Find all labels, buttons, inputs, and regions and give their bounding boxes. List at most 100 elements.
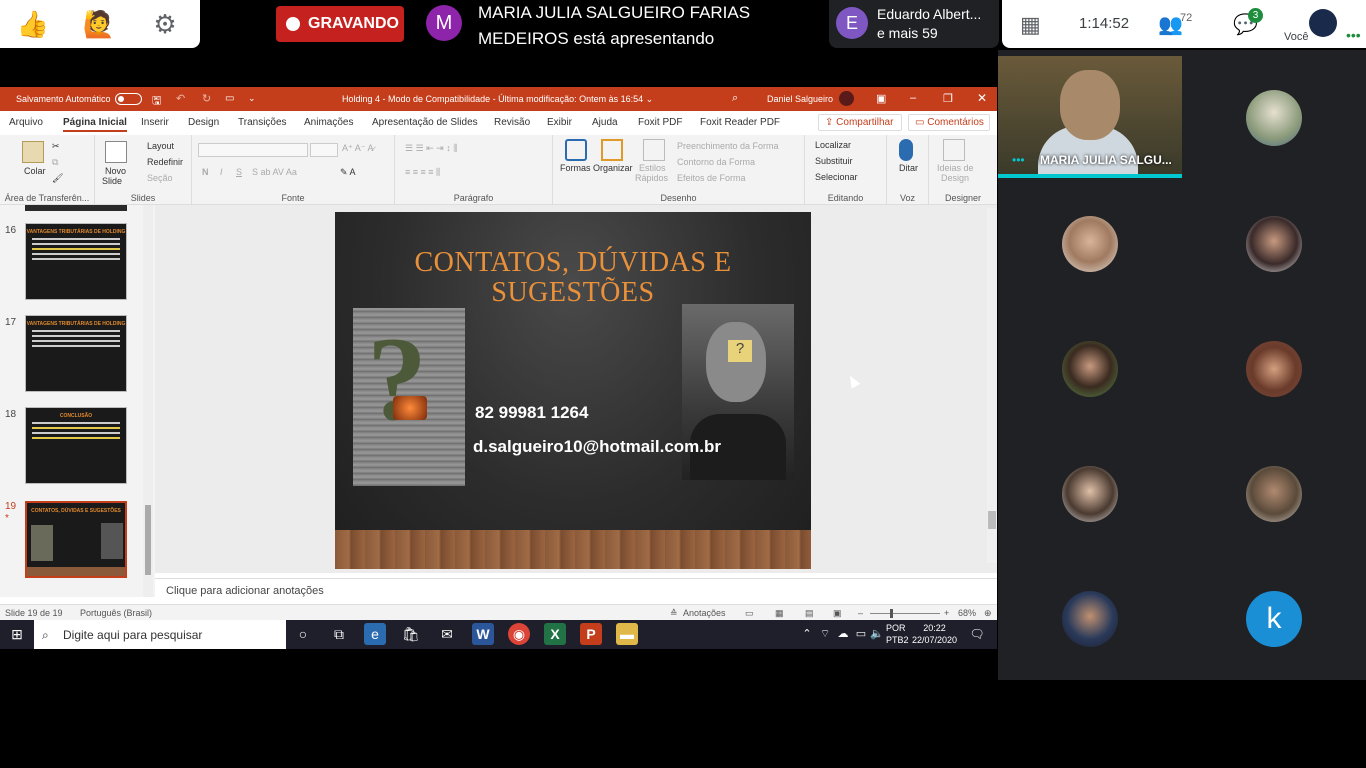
fit-slide-icon[interactable]: ⊕ [984,608,992,619]
effects-button[interactable]: Efeitos de Forma [677,173,746,183]
file-explorer-icon[interactable]: ▬ [616,623,638,645]
participant-avatar[interactable] [1062,466,1118,522]
cut-icon[interactable]: ✂ [52,141,60,152]
slide-thumbnail-active[interactable]: CONTATOS, DÚVIDAS E SUGESTÕES [25,501,127,578]
task-view-icon[interactable]: ⧉ [328,623,350,645]
slide-thumbnail[interactable]: VANTAGENS TRIBUTÁRIAS DE HOLDING [25,315,127,392]
edge-icon[interactable]: e [364,623,386,645]
tab-apresentacao[interactable]: Apresentação de Slides [372,117,478,128]
slideshow-view-icon[interactable]: ▣ [833,608,842,619]
thumbnail-scrollbar-thumb[interactable] [145,505,151,575]
quick-styles-label[interactable]: Estilos [639,163,666,173]
autosave-toggle[interactable] [115,93,142,105]
design-ideas-label2[interactable]: Design [941,173,969,183]
zoom-slider[interactable] [870,613,940,614]
italic-icon[interactable]: I [220,167,223,177]
tab-animacoes[interactable]: Animações [304,117,353,128]
microphone-icon[interactable] [899,139,913,161]
slide-thumbnail[interactable]: VANTAGENS TRIBUTÁRIAS DE HOLDING [25,223,127,300]
scrollbar-thumb[interactable] [988,511,996,529]
taskbar-search-input[interactable]: ⌕ Digite aqui para pesquisar [34,620,286,649]
notes-pane[interactable]: Clique para adicionar anotações [155,578,997,604]
new-slide-label2[interactable]: Slide [102,176,122,186]
colar-label[interactable]: Colar [24,166,46,176]
reset-button[interactable]: Redefinir [147,157,183,167]
question-mark-money-image[interactable]: ? [353,308,465,486]
mail-icon[interactable]: ✉ [436,623,458,645]
tab-exibir[interactable]: Exibir [547,117,572,128]
layout-button[interactable]: Layout [147,141,174,151]
notifications-icon[interactable]: 🗨 [966,623,988,645]
tab-inserir[interactable]: Inserir [141,117,169,128]
chrome-icon[interactable]: ◉ [508,623,530,645]
bold-icon[interactable]: N [202,167,209,177]
zoom-in-icon[interactable]: + [944,608,949,618]
taskbar-clock[interactable]: 20:22 22/07/2020 [912,622,957,646]
design-ideas-label[interactable]: Ideias de [937,163,974,173]
word-icon[interactable]: W [472,623,494,645]
thumbnail-partial[interactable] [25,205,127,211]
zoom-out-icon[interactable]: – [858,608,863,618]
participant-avatar[interactable] [1062,341,1118,397]
more-dots-icon[interactable]: ••• [1346,27,1361,43]
excel-icon[interactable]: X [544,623,566,645]
new-slide-icon[interactable] [105,141,127,163]
share-button[interactable]: ⇪ Compartilhar [818,114,902,131]
slide-title[interactable]: CONTATOS, DÚVIDAS E SUGESTÕES [335,248,811,308]
underline-icon[interactable]: S [236,167,242,177]
tab-revisao[interactable]: Revisão [494,117,530,128]
participant-avatar[interactable] [1246,341,1302,397]
arrange-label[interactable]: Organizar [593,163,633,173]
volume-icon[interactable]: 🔈 [866,623,888,645]
tab-foxit-reader[interactable]: Foxit Reader PDF [700,117,780,128]
search-icon[interactable]: ⌕ [732,92,738,105]
cortana-icon[interactable]: ○ [292,623,314,645]
slide-email[interactable]: d.salgueiro10@hotmail.com.br [473,437,721,457]
slide-thumbnail[interactable]: CONCLUSÃO [25,407,127,484]
self-avatar[interactable] [1309,9,1337,37]
save-icon[interactable]: 🖫 [152,92,161,111]
replace-button[interactable]: Substituir [815,156,853,166]
maximize-icon[interactable]: ❐ [943,92,953,105]
participant-avatar-k[interactable]: k [1246,591,1302,647]
gear-icon[interactable]: ⚙ [132,0,198,48]
notes-toggle[interactable]: Anotações [683,608,726,618]
font-size-select[interactable] [310,143,338,157]
font-grow-icon[interactable]: A⁺ A⁻ A̷ [342,143,374,154]
outline-button[interactable]: Contorno da Forma [677,157,755,167]
zoom-slider-handle[interactable] [890,609,893,618]
tab-foxit-pdf[interactable]: Foxit PDF [638,117,682,128]
participant-avatar[interactable] [1246,90,1302,146]
tab-design[interactable]: Design [188,117,219,128]
undo-icon[interactable]: ↶ [176,92,185,105]
new-slide-label[interactable]: Novo [105,166,126,176]
normal-view-icon[interactable]: ▭ [745,608,754,619]
quick-styles-label2[interactable]: Rápidos [635,173,668,183]
find-button[interactable]: Localizar [815,140,851,150]
section-button[interactable]: Seção [147,173,173,183]
notes-toggle-icon[interactable]: ≙ [670,608,678,619]
sorter-view-icon[interactable]: ▦ [775,608,784,619]
layout-grid-icon[interactable]: ▦ [1020,12,1041,38]
user-name[interactable]: Daniel Salgueiro [767,94,833,104]
store-icon[interactable]: 🛍 [400,623,422,645]
highlight-icon[interactable]: ✎ A [340,167,356,178]
reading-view-icon[interactable]: ▤ [805,608,814,619]
raise-hand-icon[interactable]: 🙋 [66,0,132,48]
slide-phone[interactable]: 82 99981 1264 [475,403,588,423]
shapes-label[interactable]: Formas [560,163,591,173]
participant-avatar[interactable] [1062,591,1118,647]
format-painter-icon[interactable]: 🖌 [52,173,63,184]
ribbon-display-icon[interactable]: ▣ [876,92,886,105]
fill-button[interactable]: Preenchimento da Forma [677,141,779,151]
quick-styles-icon[interactable] [643,139,665,161]
tab-ajuda[interactable]: Ajuda [592,117,618,128]
copy-icon[interactable]: ⧉ [52,157,58,168]
design-ideas-icon[interactable] [943,139,965,161]
select-button[interactable]: Selecionar [815,172,858,182]
participant-avatar[interactable] [1246,216,1302,272]
participant-avatar[interactable] [1246,466,1302,522]
user-avatar[interactable] [839,91,854,106]
close-icon[interactable]: ✕ [977,91,987,105]
arrange-icon[interactable] [601,139,623,161]
